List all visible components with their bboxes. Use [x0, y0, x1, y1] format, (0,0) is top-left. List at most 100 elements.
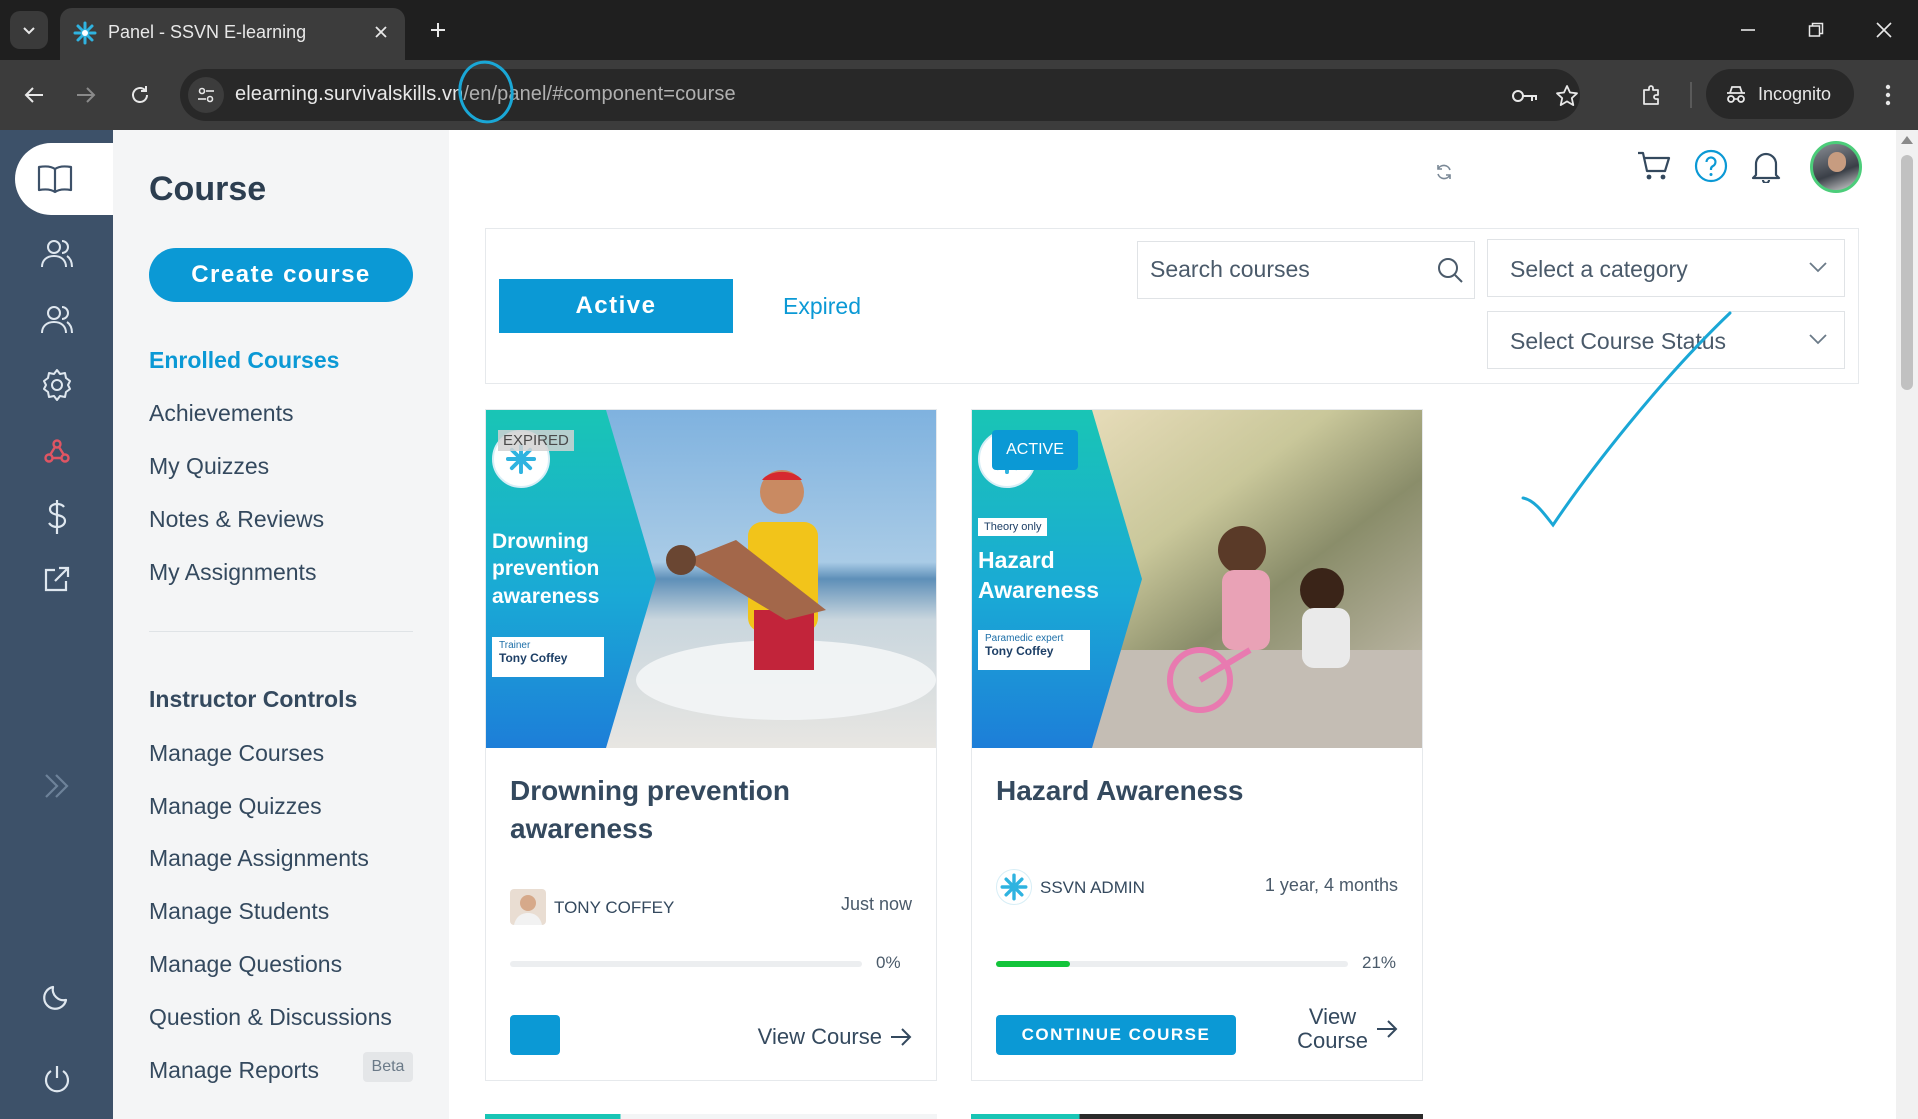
incognito-indicator[interactable]: Incognito: [1706, 69, 1854, 119]
forward-button[interactable]: [68, 77, 104, 113]
refresh-button[interactable]: [1424, 152, 1464, 192]
browser-tab[interactable]: Panel - SSVN E-learning: [60, 8, 405, 60]
close-window-button[interactable]: [1862, 12, 1906, 48]
trainer-role: Trainer: [499, 640, 531, 651]
minimize-icon: [1741, 29, 1755, 31]
notifications-button[interactable]: [1746, 146, 1786, 186]
author-avatar: [996, 869, 1032, 905]
menu-my-quizzes[interactable]: My Quizzes: [149, 453, 269, 480]
create-course-button[interactable]: Create course: [149, 248, 413, 302]
status-badge: EXPIRED: [498, 430, 574, 451]
dollar-icon: [47, 500, 66, 534]
minimize-button[interactable]: [1726, 12, 1770, 48]
menu-manage-questions[interactable]: Manage Questions: [149, 951, 342, 978]
scroll-up-arrow[interactable]: [1901, 136, 1913, 144]
course-action-button[interactable]: [510, 1015, 560, 1055]
rail-external[interactable]: [0, 551, 113, 607]
course-thumbnail[interactable]: EXPIRED Drowning prevention awareness Tr…: [486, 410, 936, 748]
tab-active[interactable]: Active: [499, 279, 733, 333]
gear-icon: [42, 369, 71, 401]
view-course-label: View Course: [1297, 1004, 1368, 1053]
menu-my-assignments[interactable]: My Assignments: [149, 559, 316, 586]
thumbnail-trainer: Trainer Tony Coffey: [492, 637, 604, 677]
progress-bar: [996, 961, 1348, 967]
reload-button[interactable]: [122, 77, 158, 113]
category-select[interactable]: Select a category: [1487, 239, 1845, 297]
arrow-left-icon: [24, 87, 43, 103]
arrow-right-icon: [77, 87, 96, 103]
menu-question-discussions[interactable]: Question & Discussions: [149, 1004, 392, 1031]
site-info-button[interactable]: [188, 77, 224, 113]
help-button[interactable]: [1691, 146, 1731, 186]
bookmark-button[interactable]: [1552, 81, 1582, 111]
tab-expired[interactable]: Expired: [783, 293, 861, 320]
instructor-controls-heading: Instructor Controls: [149, 686, 358, 712]
thumbnail-trainer: Paramedic expert Tony Coffey: [978, 630, 1090, 670]
menu-enrolled-courses[interactable]: Enrolled Courses: [149, 347, 339, 374]
rail-dark-mode[interactable]: [0, 968, 113, 1024]
rail-students[interactable]: [0, 225, 113, 281]
search-courses-box[interactable]: [1137, 241, 1475, 299]
webhook-icon: [43, 439, 70, 463]
view-course-link[interactable]: View Course: [758, 1024, 912, 1050]
menu-achievements[interactable]: Achievements: [149, 400, 293, 427]
users-icon: [40, 240, 73, 268]
author-name: TONY COFFEY: [554, 898, 675, 917]
menu-notes-reviews[interactable]: Notes & Reviews: [149, 506, 324, 533]
search-icon[interactable]: [1436, 256, 1464, 284]
toolbar-divider: [1690, 82, 1692, 108]
restore-button[interactable]: [1794, 12, 1838, 48]
arrow-right-icon: [891, 1028, 912, 1046]
extensions-button[interactable]: [1634, 77, 1670, 113]
thumbnail-title: Hazard Awareness: [978, 547, 1100, 603]
beta-badge: Beta: [363, 1052, 413, 1082]
thumbnail-title: Drowning prevention awareness: [492, 530, 600, 608]
next-course-card-peek: [485, 1114, 937, 1119]
help-icon: [1694, 149, 1728, 183]
course-status-select[interactable]: Select Course Status: [1487, 311, 1845, 369]
course-title[interactable]: Drowning prevention awareness: [510, 772, 910, 848]
course-filter-panel: Active Expired Select a category Select …: [485, 228, 1859, 384]
menu-manage-reports[interactable]: Manage Reports: [149, 1057, 319, 1084]
menu-manage-quizzes[interactable]: Manage Quizzes: [149, 793, 322, 820]
menu-manage-students[interactable]: Manage Students: [149, 898, 329, 925]
tab-search-button[interactable]: [10, 11, 48, 49]
trainer-name: Tony Coffey: [985, 644, 1054, 658]
close-icon: [1876, 22, 1892, 38]
rail-logout[interactable]: [0, 1051, 113, 1107]
rail-settings[interactable]: [0, 357, 113, 413]
course-status-select-label: Select Course Status: [1510, 328, 1727, 354]
menu-manage-assignments[interactable]: Manage Assignments: [149, 845, 369, 872]
rail-payments[interactable]: [0, 489, 113, 545]
chevron-down-icon: [23, 27, 35, 35]
page-scrollbar[interactable]: [1896, 130, 1918, 1119]
rail-expand[interactable]: [0, 758, 113, 814]
rail-integrations[interactable]: [0, 423, 113, 479]
user-avatar[interactable]: [1810, 141, 1862, 193]
cart-icon: [1638, 151, 1671, 180]
rail-course[interactable]: [15, 143, 113, 215]
search-courses-input[interactable]: [1150, 256, 1430, 283]
view-course-link[interactable]: View Course: [1297, 1004, 1398, 1053]
cart-button[interactable]: [1634, 146, 1674, 186]
course-thumbnail[interactable]: ACTIVE Theory only Hazard Awareness Para…: [972, 410, 1422, 748]
scrollbar-thumb[interactable]: [1901, 155, 1913, 390]
url-path: /en/panel/#component=course: [463, 83, 736, 105]
enrolled-time: Just now: [840, 894, 912, 914]
rail-groups[interactable]: [0, 291, 113, 347]
course-title[interactable]: Hazard Awareness: [996, 772, 1396, 810]
close-tab-button[interactable]: [369, 20, 393, 44]
users-icon: [40, 306, 73, 334]
trainer-name: Tony Coffey: [499, 651, 568, 665]
password-key-button[interactable]: [1510, 81, 1540, 111]
menu-manage-courses[interactable]: Manage Courses: [149, 740, 324, 767]
url-host: elearning.survivalskills.vn: [235, 83, 464, 105]
reload-icon: [132, 86, 148, 103]
address-bar[interactable]: elearning.survivalskills.vn/en/panel/#co…: [180, 69, 1580, 121]
new-tab-button[interactable]: [422, 14, 454, 46]
continue-course-button[interactable]: CONTINUE COURSE: [996, 1015, 1236, 1055]
browser-menu-button[interactable]: [1870, 77, 1906, 113]
back-button[interactable]: [16, 77, 52, 113]
puzzle-icon: [1643, 85, 1659, 105]
status-badge: ACTIVE: [992, 430, 1078, 470]
